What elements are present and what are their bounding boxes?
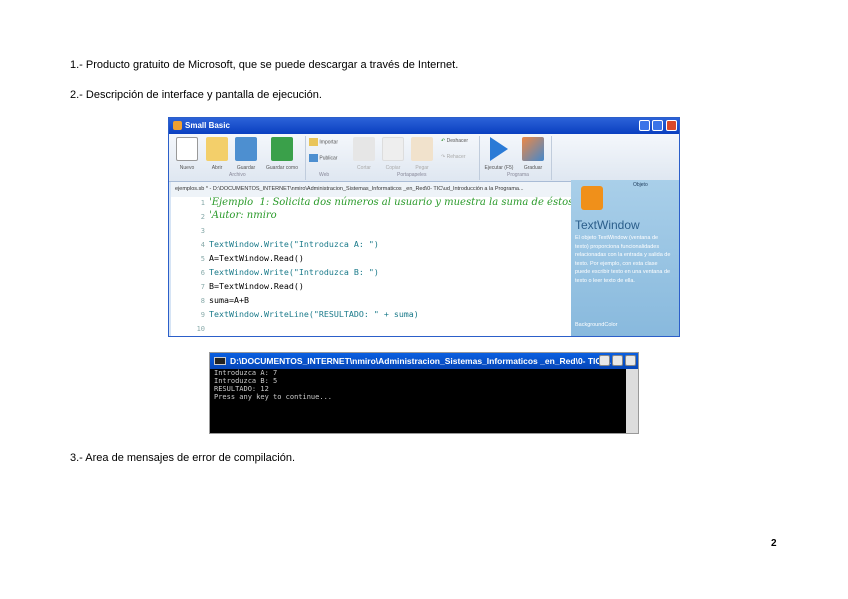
close-button[interactable] [666, 120, 677, 131]
new-file-icon [176, 137, 198, 161]
paragraph-3: 3.- Area de mensajes de error de compila… [70, 452, 296, 464]
code-line: TextWindow.Write("Introduzca B: ") [209, 267, 379, 277]
group-archivo: Archivo [229, 172, 246, 178]
property-item[interactable]: BackgroundColor [575, 322, 618, 328]
new-button[interactable]: Nuevo [173, 137, 201, 171]
paste-icon [411, 137, 433, 161]
undo-button[interactable]: ↶ Deshacer [441, 138, 468, 144]
code-line: A=TextWindow.Read() [209, 253, 304, 263]
publish-button[interactable]: Publicar [309, 154, 337, 162]
cut-button[interactable]: Cortar [351, 137, 377, 171]
code-line: B=TextWindow.Read() [209, 281, 304, 291]
save-icon [235, 137, 257, 161]
undo-icon: ↶ [441, 138, 446, 144]
console-line: Press any key to continue... [214, 393, 333, 401]
redo-icon: ↷ [441, 154, 446, 160]
paragraph-1: 1.- Producto gratuito de Microsoft, que … [70, 59, 459, 71]
window-title: Small Basic [185, 121, 230, 130]
title-bar: Small Basic [169, 118, 679, 134]
scrollbar[interactable] [626, 369, 638, 433]
import-button[interactable]: Importar [309, 138, 338, 146]
small-basic-screenshot: Small Basic Nuevo Abrir Guardar Guardar … [168, 117, 680, 337]
folder-icon [206, 137, 228, 161]
console-icon [214, 357, 226, 365]
close-button[interactable] [625, 355, 636, 366]
document-tab[interactable]: ejemplos.sb * - D:\DOCUMENTOS_INTERNET\n… [171, 182, 571, 197]
open-button[interactable]: Abrir [203, 137, 231, 171]
console-title-bar: D:\DOCUMENTOS_INTERNET\nmiro\Administrac… [210, 353, 638, 369]
paste-button[interactable]: Pegar [409, 137, 435, 171]
maximize-button[interactable] [612, 355, 623, 366]
minimize-button[interactable] [599, 355, 610, 366]
save-button[interactable]: Guardar [232, 137, 260, 171]
play-icon [490, 137, 508, 161]
console-line: RESULTADO: 12 [214, 385, 269, 393]
redo-button[interactable]: ↷ Rehacer [441, 154, 466, 160]
code-line: 'Ejemplo 1: Solicita dos números al usua… [209, 197, 577, 208]
copy-button[interactable]: Copiar [380, 137, 406, 171]
code-line: 'Autor: nmiro [209, 210, 277, 221]
maximize-button[interactable] [652, 120, 663, 131]
code-editor[interactable]: 1 'Ejemplo 1: Solicita dos números al usu… [171, 197, 576, 336]
minimize-button[interactable] [639, 120, 650, 131]
ribbon: Nuevo Abrir Guardar Guardar como Archivo… [169, 134, 679, 182]
help-panel: Objeto TextWindow El objeto TextWindow (… [571, 180, 679, 336]
publish-icon [309, 154, 318, 162]
code-line: suma=A+B [209, 295, 249, 305]
import-icon [309, 138, 318, 146]
graduate-icon [522, 137, 544, 161]
run-button[interactable]: Ejecutar (F5) [482, 137, 516, 171]
group-web: Web [319, 172, 330, 178]
graduate-button[interactable]: Graduar [519, 137, 547, 171]
console-line: Introduzca B: 5 [214, 377, 278, 385]
object-cube-icon [581, 186, 603, 210]
save-as-button[interactable]: Guardar como [263, 137, 301, 171]
page-number: 2 [771, 538, 777, 549]
code-line: TextWindow.Write("Introduzca A: ") [209, 239, 379, 249]
copy-icon [382, 137, 404, 161]
group-programa: Programa [507, 172, 529, 178]
app-icon [173, 121, 182, 130]
group-portapapeles: Portapapeles [397, 172, 427, 178]
code-line: TextWindow.WriteLine("RESULTADO: " + sum… [209, 309, 419, 319]
console-window: D:\DOCUMENTOS_INTERNET\nmiro\Administrac… [209, 352, 639, 434]
console-line: Introduzca A: 7 [214, 369, 278, 377]
save-as-icon [271, 137, 293, 161]
paragraph-2: 2.- Descripción de interface y pantalla … [70, 89, 322, 101]
scissors-icon [353, 137, 375, 161]
